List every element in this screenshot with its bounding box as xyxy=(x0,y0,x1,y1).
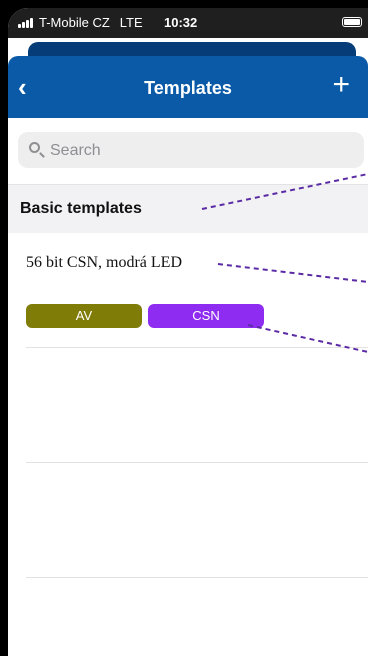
callout-lines xyxy=(201,173,368,353)
callout-line-tag xyxy=(247,324,368,353)
phone-frame: T-Mobile CZ LTE 10:32 ‹ Templates + Basi… xyxy=(0,0,368,656)
callout-line-section xyxy=(201,173,368,210)
callout-line-template xyxy=(217,263,368,283)
